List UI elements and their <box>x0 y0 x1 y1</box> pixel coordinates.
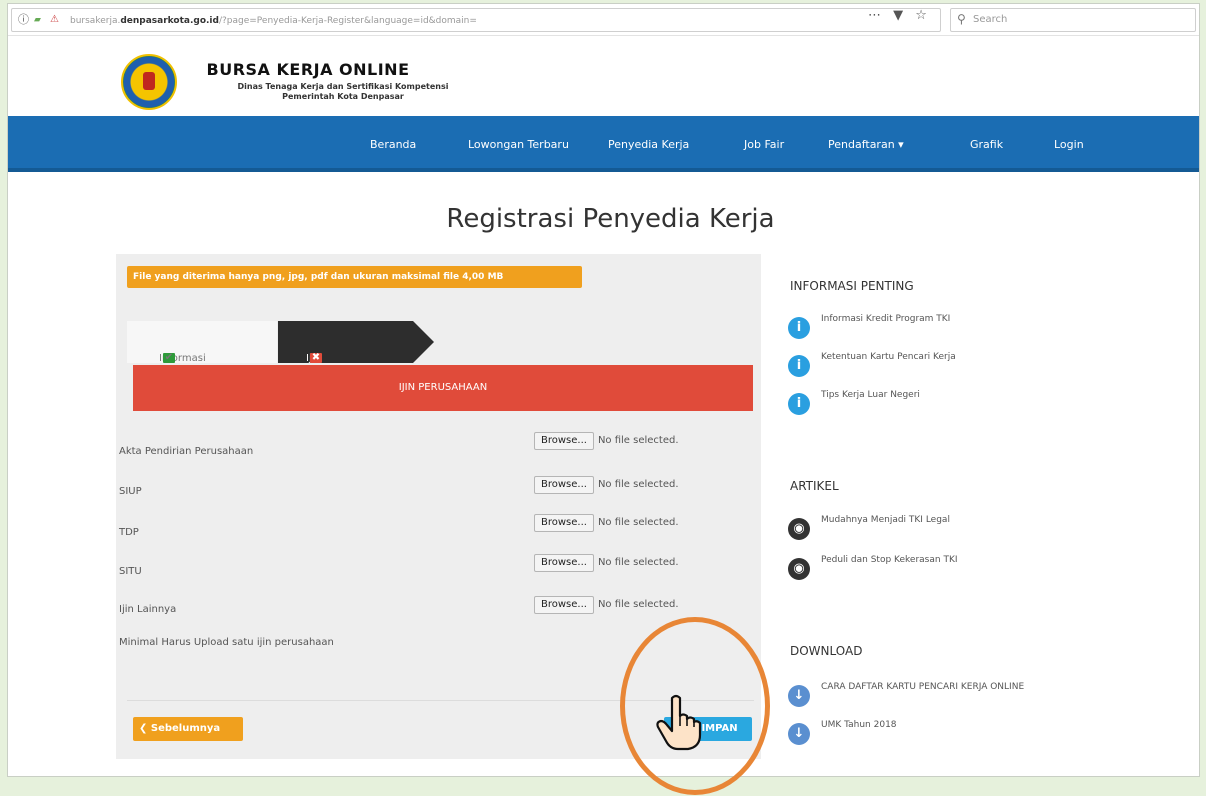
info-section-title: INFORMASI PENTING <box>790 279 914 293</box>
close-icon: ✖ <box>310 352 322 363</box>
browse-button-siup[interactable]: Browse... <box>534 476 594 494</box>
info-icon[interactable]: ⓘ <box>18 14 29 26</box>
search-icon: ⚲ <box>957 12 966 26</box>
file-input-ijin-lainnya[interactable]: Browse... No file selected. <box>534 596 679 614</box>
site-title[interactable]: BURSA KERJA ONLINE <box>128 60 488 79</box>
article-section-title: ARTIKEL <box>790 479 839 493</box>
info-item-kredit-text[interactable]: Informasi Kredit Program TKI <box>821 314 950 324</box>
nav-penyedia-kerja[interactable]: Penyedia Kerja <box>608 138 689 151</box>
article-icon: ◉ <box>788 558 810 580</box>
file-input-siup[interactable]: Browse... No file selected. <box>534 476 679 494</box>
file-input-situ[interactable]: Browse... No file selected. <box>534 554 679 572</box>
download-icon: ↓ <box>788 685 810 707</box>
field-label-situ: SITU <box>119 566 142 577</box>
permissions-icon[interactable]: ▰ <box>34 14 41 26</box>
search-placeholder: Search <box>973 14 1008 25</box>
file-input-tdp[interactable]: Browse... No file selected. <box>534 514 679 532</box>
previous-button[interactable]: ❮ Sebelumnya <box>133 717 243 741</box>
article-item-kekerasan-text[interactable]: Peduli dan Stop Kekerasan TKI <box>821 555 958 565</box>
section-header: IJIN PERUSAHAAN <box>133 365 753 411</box>
file-status-siup: No file selected. <box>597 479 679 490</box>
check-icon: ✔ <box>163 352 175 363</box>
browse-button-situ[interactable]: Browse... <box>534 554 594 572</box>
browse-button-ijin-lainnya[interactable]: Browse... <box>534 596 594 614</box>
nav-grafik[interactable]: Grafik <box>970 138 1003 151</box>
file-status-akta: No file selected. <box>597 435 679 446</box>
field-label-akta: Akta Pendirian Perusahaan <box>119 446 254 457</box>
download-icon: ↓ <box>788 723 810 745</box>
browser-search-input[interactable]: ⚲ Search <box>950 8 1196 32</box>
file-status-situ: No file selected. <box>597 557 679 568</box>
file-input-akta[interactable]: Browse... No file selected. <box>534 432 679 450</box>
nav-job-fair[interactable]: Job Fair <box>744 138 784 151</box>
field-label-tdp: TDP <box>119 527 139 538</box>
article-item-legal-text[interactable]: Mudahnya Menjadi TKI Legal <box>821 515 950 525</box>
pocket-icon[interactable]: ▼ <box>893 8 903 23</box>
nav-login[interactable]: Login <box>1054 138 1084 151</box>
info-item-tips-text[interactable]: Tips Kerja Luar Negeri <box>821 390 920 400</box>
nav-pendaftaran[interactable]: Pendaftaran ▾ <box>828 138 904 151</box>
url-text[interactable]: bursakerja.denpasarkota.go.id/?page=Peny… <box>70 14 477 28</box>
info-icon: i <box>788 317 810 339</box>
info-icon: i <box>788 393 810 415</box>
browse-button-akta[interactable]: Browse... <box>534 432 594 450</box>
nav-lowongan-terbaru[interactable]: Lowongan Terbaru <box>468 138 569 151</box>
tab-ijin-perusahaan[interactable]: Ijin Perusahaan✖ <box>278 321 434 363</box>
site-subtitle-line-2: Pemerintah Kota Denpasar <box>282 92 404 101</box>
address-bar[interactable]: ⓘ ▰ ⚠ bursakerja.denpasarkota.go.id/?pag… <box>11 8 941 32</box>
download-section-title: DOWNLOAD <box>790 644 863 658</box>
upload-requirement-note: Minimal Harus Upload satu ijin perusahaa… <box>119 637 334 648</box>
site-subtitle: Dinas Tenaga Kerja dan Sertifikasi Kompe… <box>188 82 498 102</box>
info-item-kartu-text[interactable]: Ketentuan Kartu Pencari Kerja <box>821 352 956 362</box>
file-notice: File yang diterima hanya png, jpg, pdf d… <box>127 266 582 288</box>
bookmark-star-icon[interactable]: ☆ <box>915 8 927 23</box>
download-item-cara-daftar-text[interactable]: CARA DAFTAR KARTU PENCARI KERJA ONLINE <box>821 682 1024 692</box>
browser-toolbar: ⓘ ▰ ⚠ bursakerja.denpasarkota.go.id/?pag… <box>8 4 1199 36</box>
browse-button-tdp[interactable]: Browse... <box>534 514 594 532</box>
file-status-tdp: No file selected. <box>597 517 679 528</box>
main-nav: Beranda Lowongan Terbaru Penyedia Kerja … <box>8 116 1199 172</box>
nav-beranda[interactable]: Beranda <box>370 138 416 151</box>
page-actions: ⋯ ▼ ☆ <box>868 8 935 23</box>
tab-informasi-umum[interactable]: Informasi Umum✔ <box>127 321 277 375</box>
file-status-ijin-lainnya: No file selected. <box>597 599 679 610</box>
field-label-ijin-lainnya: Ijin Lainnya <box>119 604 177 615</box>
info-icon: i <box>788 355 810 377</box>
site-subtitle-line-1: Dinas Tenaga Kerja dan Sertifikasi Kompe… <box>237 82 449 91</box>
article-icon: ◉ <box>788 518 810 540</box>
browser-window: ⓘ ▰ ⚠ bursakerja.denpasarkota.go.id/?pag… <box>7 3 1200 777</box>
field-label-siup: SIUP <box>119 486 142 497</box>
lock-warning-icon[interactable]: ⚠ <box>50 14 59 26</box>
download-item-umk-text[interactable]: UMK Tahun 2018 <box>821 720 897 730</box>
page-title: Registrasi Penyedia Kerja <box>446 204 775 234</box>
page-actions-menu-icon[interactable]: ⋯ <box>868 8 881 23</box>
pointer-hand-icon <box>656 694 702 751</box>
